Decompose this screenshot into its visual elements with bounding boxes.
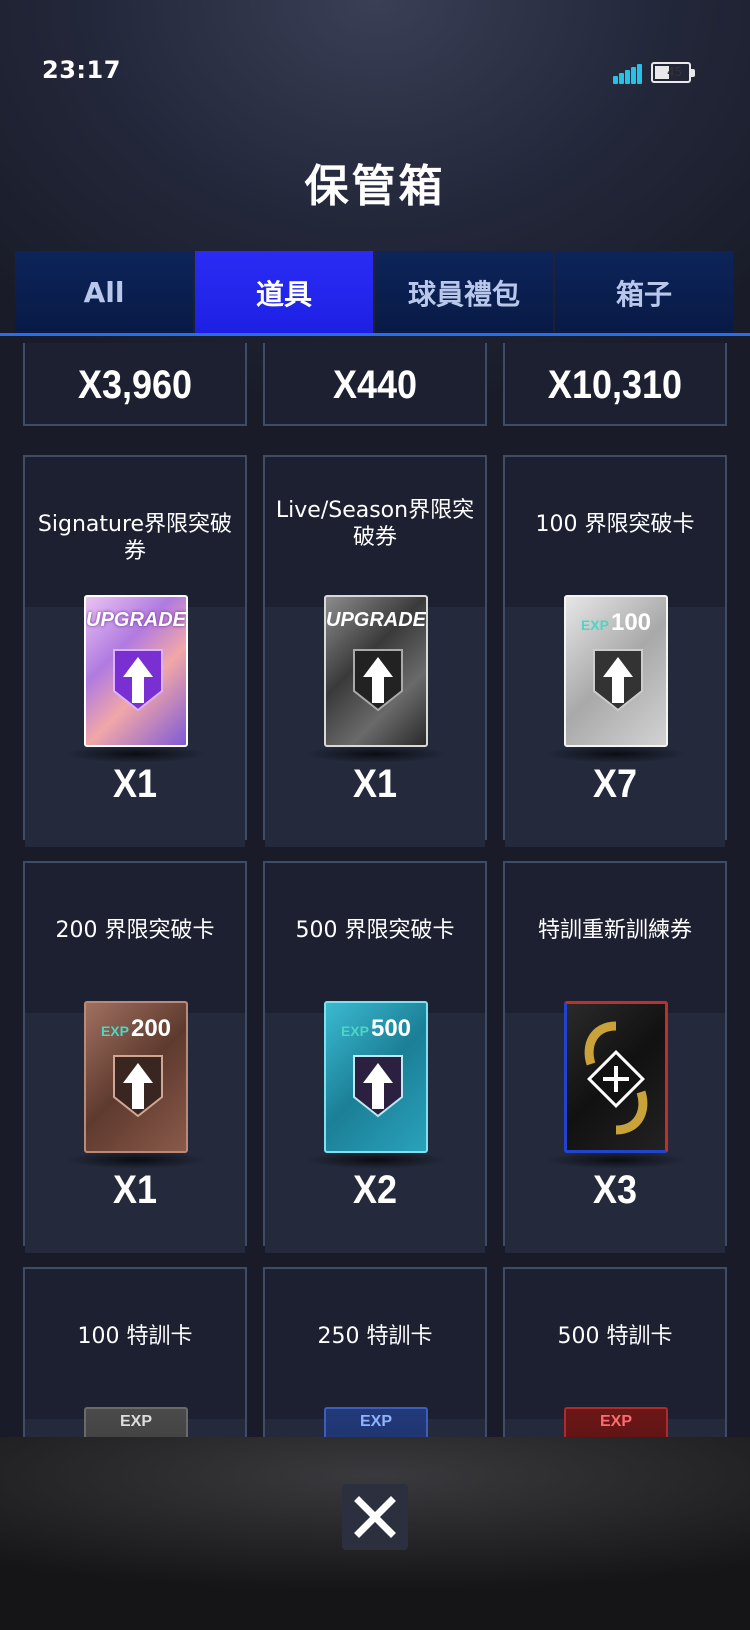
exp-500-limit-break-card-icon: EXP500	[324, 1001, 428, 1153]
tab-items[interactable]: 道具	[195, 251, 373, 334]
item-cell[interactable]: 特訓重新訓練券 X3	[503, 861, 727, 1253]
battery-icon: 45	[651, 62, 695, 83]
card-label: UPGRADE	[326, 609, 427, 631]
item-quantity: X1	[112, 1168, 158, 1212]
item-name: 100 界限突破卡	[535, 512, 695, 537]
item-cell[interactable]: X440	[263, 343, 487, 426]
battery-level: 45	[667, 65, 683, 79]
item-cell[interactable]: 100 界限突破卡 EXP100 X7	[503, 455, 727, 847]
status-time: 23:17	[42, 56, 121, 84]
training-card-250-icon: EXP	[324, 1407, 428, 1437]
item-name: 250 特訓卡	[317, 1324, 433, 1349]
item-name: 500 界限突破卡	[295, 918, 455, 943]
card-label: UPGRADE	[86, 609, 187, 631]
signal-icon	[613, 62, 643, 84]
exp-200-limit-break-card-icon: EXP200	[84, 1001, 188, 1153]
item-cell[interactable]: Signature界限突破券 UPGRADE X1	[23, 455, 247, 847]
item-quantity: X10,310	[547, 363, 683, 407]
item-quantity: X440	[332, 363, 418, 407]
item-name: Signature界限突破券	[37, 512, 233, 564]
item-cell[interactable]: X3,960	[23, 343, 247, 426]
exp-value: 200	[130, 1015, 172, 1042]
item-name: 500 特訓卡	[557, 1324, 673, 1349]
close-icon	[354, 1496, 396, 1538]
training-card-500-icon: EXP	[564, 1407, 668, 1437]
page-title: 保管箱	[304, 161, 446, 212]
exp-label: EXP	[119, 1413, 152, 1430]
signature-upgrade-ticket-icon: UPGRADE	[84, 595, 188, 747]
training-card-100-icon: EXP	[84, 1407, 188, 1437]
status-bar: 23:17 45	[0, 0, 750, 140]
item-name: Live/Season界限突破券	[275, 498, 475, 550]
item-cell[interactable]: 250 特訓卡 EXP	[263, 1267, 487, 1437]
tab-bar: All 道具 球員禮包 箱子	[15, 251, 733, 334]
item-cell[interactable]: 100 特訓卡 EXP	[23, 1267, 247, 1437]
exp-value: 100	[610, 609, 652, 636]
item-name: 特訓重新訓練券	[537, 918, 692, 943]
item-quantity: X7	[592, 762, 638, 806]
item-cell[interactable]: 200 界限突破卡 EXP200 X1	[23, 861, 247, 1253]
exp-100-limit-break-card-icon: EXP100	[564, 595, 668, 747]
close-button[interactable]	[342, 1484, 408, 1550]
tab-underline	[0, 333, 750, 336]
exp-value: 500	[370, 1015, 412, 1042]
item-grid: X3,960 X440 X10,310 Signature界限突破券 UPGRA…	[0, 343, 750, 1437]
live-season-upgrade-ticket-icon: UPGRADE	[324, 595, 428, 747]
exp-label: EXP	[340, 1023, 369, 1039]
exp-label: EXP	[580, 617, 609, 633]
item-name: 100 特訓卡	[77, 1324, 193, 1349]
item-quantity: X1	[112, 762, 158, 806]
item-cell[interactable]: 500 特訓卡 EXP	[503, 1267, 727, 1437]
exp-label: EXP	[100, 1023, 129, 1039]
item-quantity: X2	[352, 1168, 398, 1212]
exp-label: EXP	[599, 1413, 632, 1430]
retrain-ticket-icon	[564, 1001, 668, 1153]
item-cell[interactable]: X10,310	[503, 343, 727, 426]
item-quantity: X3	[592, 1168, 638, 1212]
item-cell[interactable]: 500 界限突破卡 EXP500 X2	[263, 861, 487, 1253]
item-quantity: X3,960	[77, 363, 193, 407]
exp-label: EXP	[359, 1413, 392, 1430]
tab-all[interactable]: All	[15, 251, 193, 334]
tab-player-packs[interactable]: 球員禮包	[375, 251, 553, 334]
item-quantity: X1	[352, 762, 398, 806]
item-name: 200 界限突破卡	[55, 918, 215, 943]
item-cell[interactable]: Live/Season界限突破券 UPGRADE X1	[263, 455, 487, 847]
tab-boxes[interactable]: 箱子	[555, 251, 733, 334]
